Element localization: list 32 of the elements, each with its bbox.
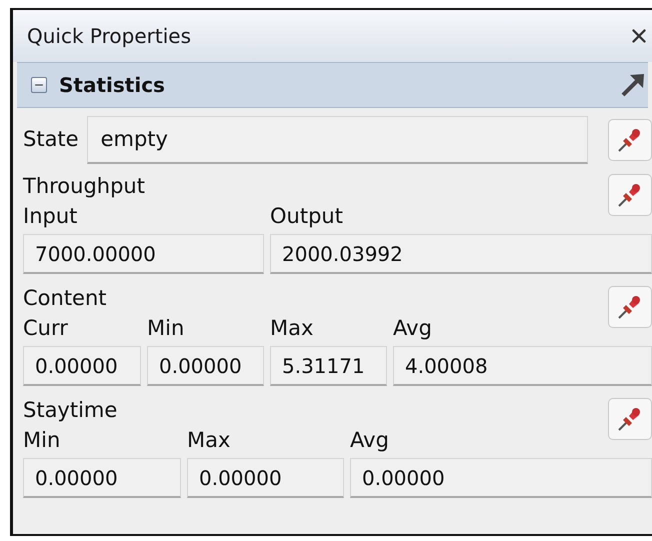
panel-title: Quick Properties [27, 23, 191, 50]
value-field[interactable]: 2000.03992 [270, 234, 652, 274]
column-label: Output [270, 203, 343, 230]
value-field[interactable]: 4.00008 [393, 346, 652, 386]
column-label: Max [270, 315, 314, 342]
collapse-icon[interactable] [31, 77, 47, 93]
section-title: Statistics [59, 72, 165, 99]
pin-button[interactable] [608, 174, 652, 216]
value-field[interactable]: 7000.00000 [23, 234, 264, 274]
value-field[interactable]: 5.31171 [270, 346, 387, 386]
field-label: State [23, 126, 79, 154]
group-title: Throughput [23, 173, 145, 200]
pin-button[interactable] [608, 119, 652, 161]
value-field[interactable]: 0.00000 [187, 458, 344, 498]
column-label: Avg [350, 427, 389, 454]
value-field[interactable]: empty [86, 116, 588, 164]
value-field[interactable]: 0.00000 [23, 458, 181, 498]
column-label: Min [23, 427, 60, 454]
value-field[interactable]: 0.00000 [350, 458, 652, 498]
group-title: Staytime [23, 397, 118, 424]
pin-button[interactable] [608, 286, 652, 328]
column-label: Min [147, 315, 184, 342]
value-field[interactable]: 0.00000 [147, 346, 264, 386]
pin-button[interactable] [608, 398, 652, 440]
diagonal-arrow-icon[interactable] [620, 72, 646, 98]
section-header[interactable]: Statistics [17, 62, 648, 108]
group-title: Content [23, 285, 107, 312]
column-label: Max [187, 427, 230, 454]
value-field[interactable]: 0.00000 [23, 346, 141, 386]
column-label: Avg [393, 315, 432, 342]
column-label: Curr [23, 315, 68, 342]
column-label: Input [23, 203, 78, 230]
